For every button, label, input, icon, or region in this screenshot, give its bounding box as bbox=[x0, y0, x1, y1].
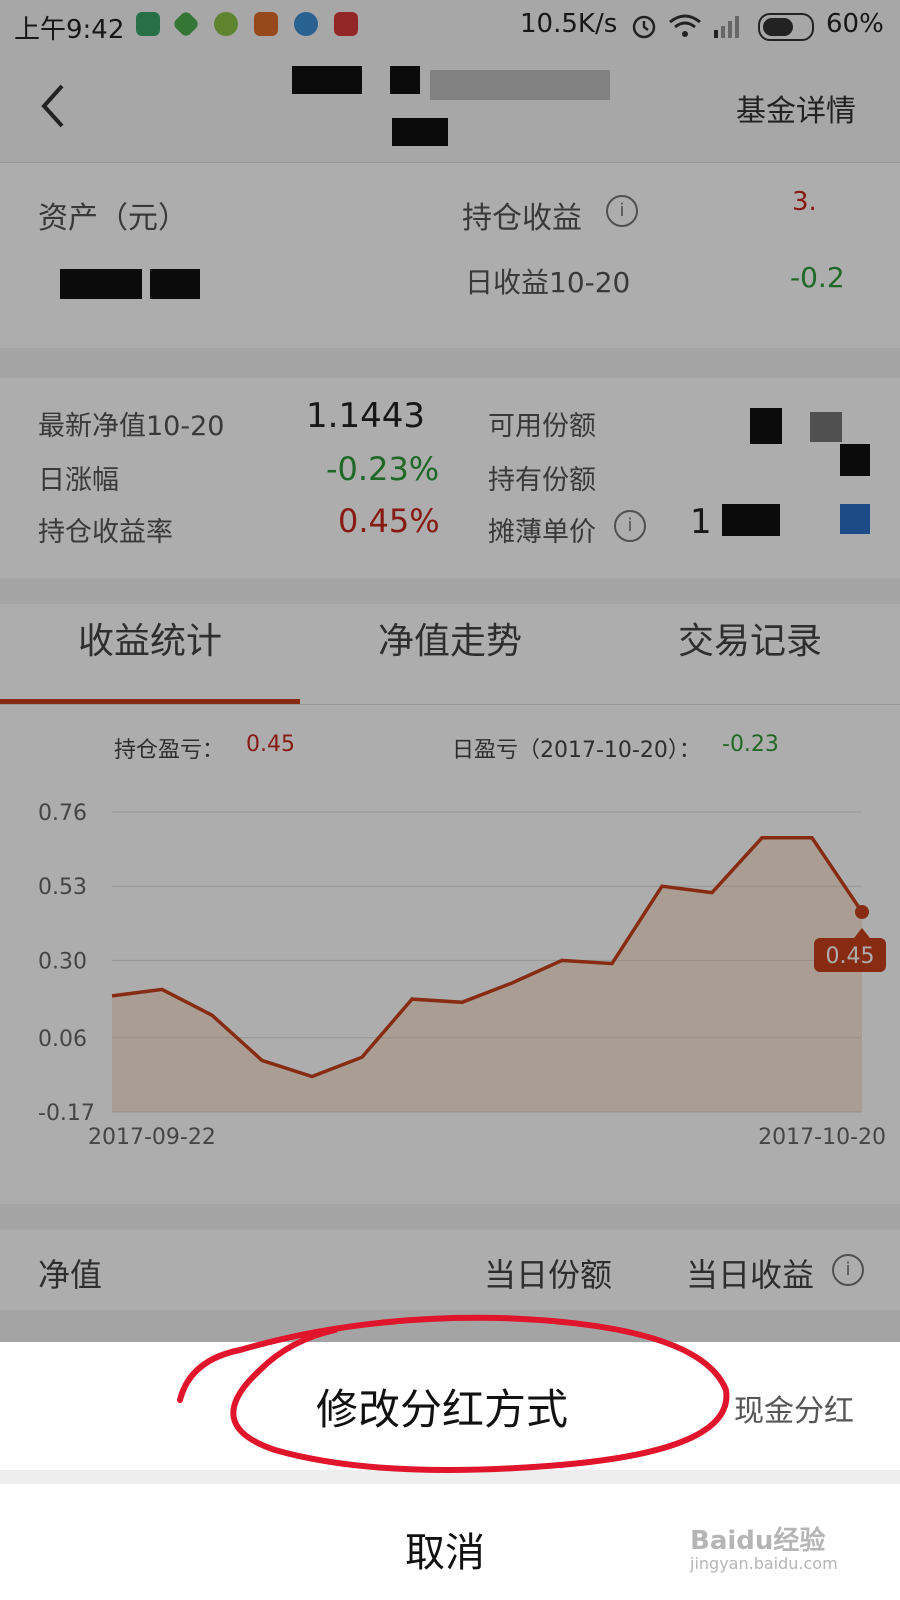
cancel-label: 取消 bbox=[405, 1530, 485, 1576]
modal-dim-overlay[interactable] bbox=[0, 0, 900, 1342]
red-circle-annotation bbox=[177, 1314, 730, 1473]
watermark: Baidu经验 bbox=[690, 1526, 826, 1556]
watermark-url: jingyan.baidu.com bbox=[690, 1554, 838, 1573]
